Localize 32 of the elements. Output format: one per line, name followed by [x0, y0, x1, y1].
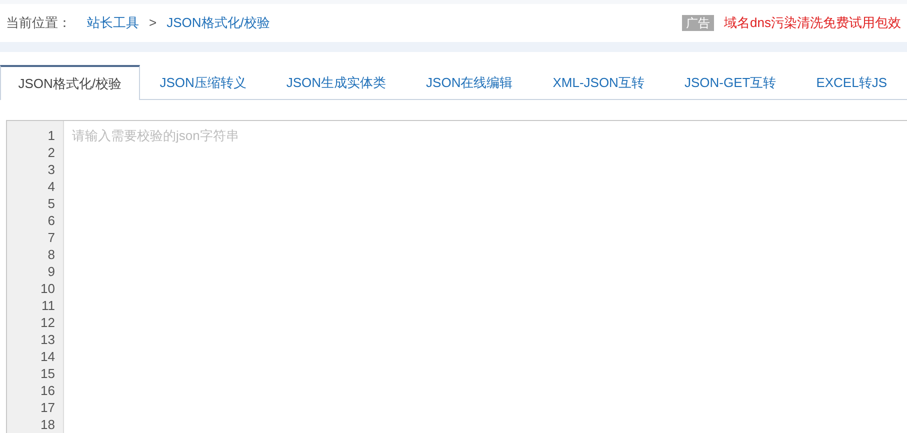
tab[interactable]: JSON生成实体类 — [266, 65, 406, 100]
breadcrumb-separator: > — [149, 14, 157, 32]
line-number: 17 — [40, 399, 55, 416]
line-number: 18 — [40, 416, 55, 433]
line-number: 16 — [40, 382, 55, 399]
line-number: 11 — [42, 297, 55, 314]
breadcrumb-link[interactable]: JSON格式化/校验 — [166, 13, 270, 33]
tab[interactable]: JSON在线编辑 — [406, 65, 533, 100]
tab[interactable]: XML-JSON互转 — [532, 65, 664, 100]
line-number: 2 — [48, 144, 55, 161]
tab[interactable]: JSON-GET互转 — [664, 65, 796, 100]
line-number: 9 — [48, 263, 55, 280]
line-number: 1 — [48, 127, 55, 144]
ad-badge: 广告 — [682, 15, 714, 31]
line-number: 12 — [40, 314, 55, 331]
tab[interactable]: JSON格式化/校验 — [0, 65, 140, 100]
line-number: 13 — [40, 331, 55, 348]
line-number: 3 — [48, 161, 55, 178]
line-number: 6 — [48, 212, 55, 229]
line-number: 5 — [48, 195, 55, 212]
line-number: 14 — [40, 348, 55, 365]
json-input-field[interactable]: 请输入需要校验的json字符串 — [64, 121, 907, 433]
line-number: 8 — [48, 246, 55, 263]
line-number: 10 — [40, 280, 55, 297]
tab[interactable]: EXCEL转JS — [796, 65, 907, 100]
line-number: 4 — [48, 178, 55, 195]
breadcrumb-label: 当前位置： — [6, 14, 71, 32]
tab[interactable]: JSON压缩转义 — [140, 65, 266, 100]
breadcrumb-link[interactable]: 站长工具 — [87, 13, 139, 33]
line-number: 7 — [48, 229, 55, 246]
line-number: 15 — [40, 365, 55, 382]
ad-link[interactable]: 域名dns污染清洗免费试用包效 — [724, 13, 901, 33]
